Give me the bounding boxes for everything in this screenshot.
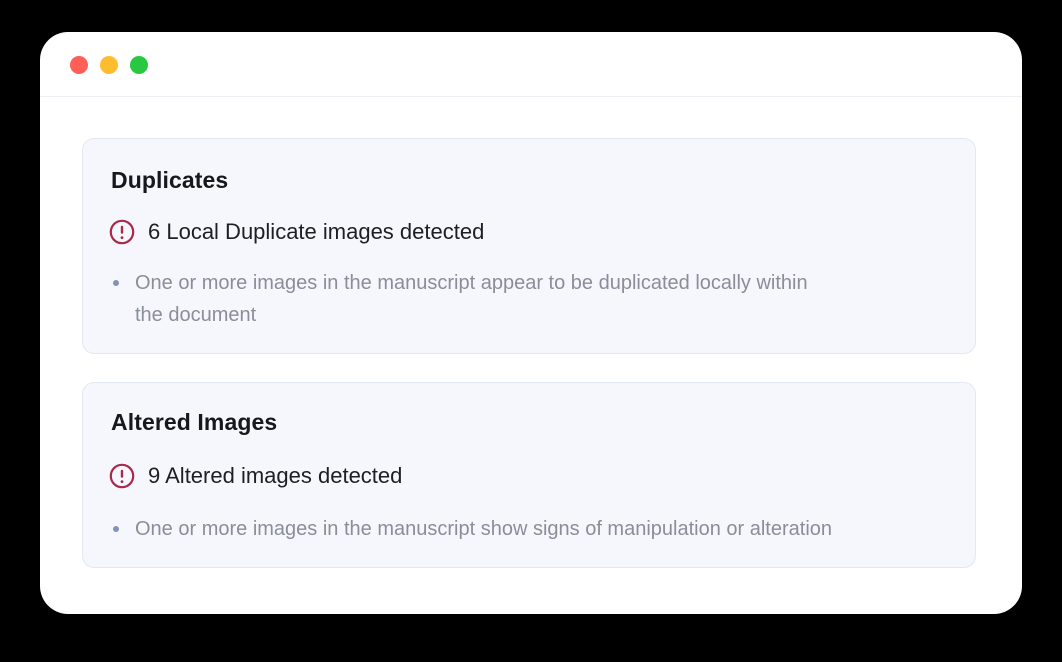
section-title: Duplicates [111, 167, 229, 193]
bullet-text: One or more images in the manuscript app… [135, 272, 808, 326]
bullet-icon [113, 280, 119, 286]
list-item: One or more images in the manuscript sho… [113, 513, 935, 545]
section-title: Altered Images [111, 409, 278, 435]
list-item: One or more images in the manuscript app… [113, 267, 815, 331]
title-bar [40, 32, 1022, 97]
exclamation-circle-icon [109, 219, 135, 245]
maximize-window-button[interactable] [130, 56, 148, 74]
app-window: Duplicates 6 Local Duplicate images dete… [40, 32, 1022, 614]
altered-images-card: Altered Images 9 Altered images detected… [82, 382, 976, 568]
alert-row: 9 Altered images detected [109, 463, 402, 489]
alert-text: 6 Local Duplicate images detected [148, 219, 485, 244]
bullet-text: One or more images in the manuscript sho… [135, 518, 833, 540]
alert-text: 9 Altered images detected [148, 463, 403, 488]
close-window-button[interactable] [70, 56, 88, 74]
alert-row: 6 Local Duplicate images detected [109, 219, 484, 245]
duplicates-card: Duplicates 6 Local Duplicate images dete… [82, 138, 976, 354]
exclamation-circle-icon [109, 463, 135, 489]
minimize-window-button[interactable] [100, 56, 118, 74]
bullet-icon [113, 526, 119, 532]
